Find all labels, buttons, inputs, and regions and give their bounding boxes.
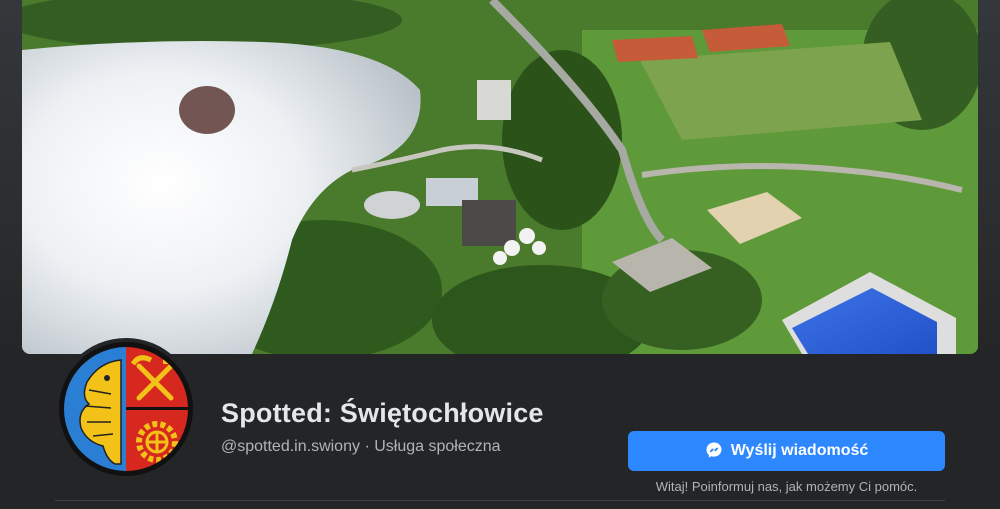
cover-photo[interactable] xyxy=(22,0,978,354)
page-category[interactable]: Usługa społeczna xyxy=(374,438,500,455)
page-handle: @spotted.in.swiony xyxy=(221,438,360,455)
send-message-button[interactable]: Wyślij wiadomość xyxy=(628,431,945,471)
page-avatar[interactable] xyxy=(55,338,197,480)
page-subtitle: @spotted.in.swiony · Usługa społeczna xyxy=(221,438,501,456)
separator-dot: · xyxy=(364,438,370,455)
messenger-icon xyxy=(705,441,723,462)
page-greeting: Witaj! Poinformuj nas, jak możemy Ci pom… xyxy=(655,479,918,494)
coat-of-arms-image xyxy=(59,342,193,476)
send-message-label: Wyślij wiadomość xyxy=(730,442,869,459)
cover-image xyxy=(22,0,978,354)
header-divider xyxy=(55,500,945,501)
page-title: Spotted: Świętochłowice xyxy=(221,398,544,428)
